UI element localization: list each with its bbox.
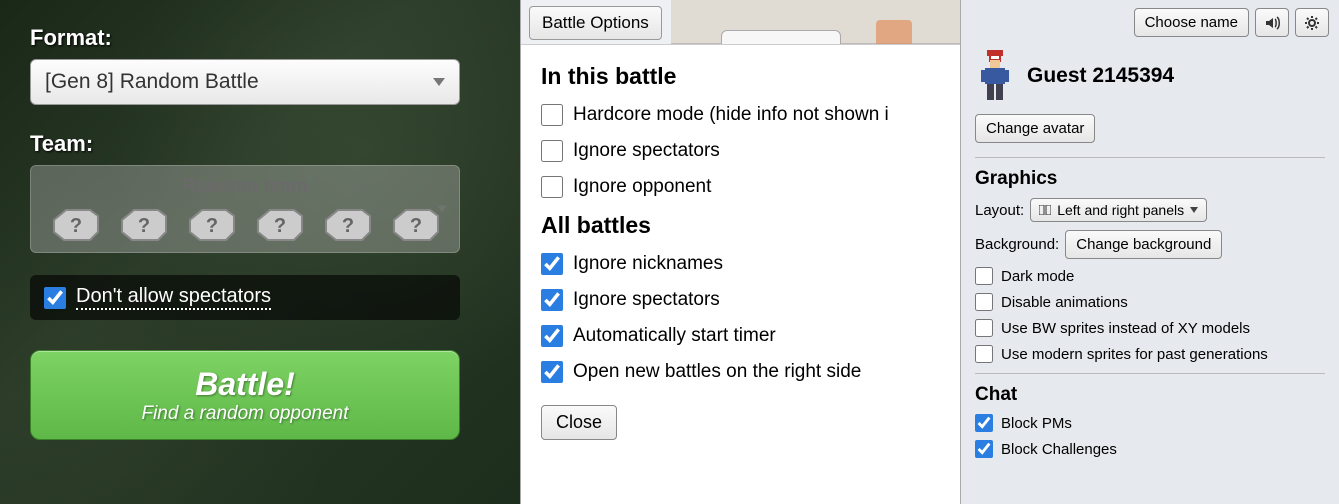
option-label: Dark mode (1001, 268, 1074, 285)
hardcore-checkbox[interactable] (541, 104, 563, 126)
format-label: Format: (30, 25, 490, 51)
svg-text:?: ? (70, 215, 82, 237)
option-row-disable-animations[interactable]: Disable animations (975, 293, 1325, 311)
option-row-block-pms[interactable]: Block PMs (975, 414, 1325, 432)
no-spectators-label: Don't allow spectators (76, 285, 271, 310)
chevron-down-icon (1190, 207, 1198, 213)
option-row-ignore-spectators-all[interactable]: Ignore spectators (541, 289, 940, 311)
change-avatar-button[interactable]: Change avatar (975, 114, 1095, 143)
divider (975, 373, 1325, 374)
dark-mode-checkbox[interactable] (975, 267, 993, 285)
unknown-pokemon-icon: ? (114, 202, 172, 244)
team-title: Random team (45, 176, 445, 198)
close-button[interactable]: Close (541, 405, 617, 440)
format-value: [Gen 8] Random Battle (45, 70, 259, 94)
option-label: Ignore nicknames (573, 253, 723, 275)
unknown-pokemon-icon: ? (182, 202, 240, 244)
background-row: Background: Change background (975, 230, 1325, 259)
battle-options-popup: In this battle Hardcore mode (hide info … (521, 44, 960, 504)
chevron-down-icon (437, 206, 447, 213)
user-settings-panel: Choose name Guest 2145394 Change avatar … (960, 0, 1339, 504)
in-this-battle-heading: In this battle (541, 63, 940, 90)
battle-button[interactable]: Battle! Find a random opponent (30, 350, 460, 440)
sound-button[interactable] (1255, 8, 1289, 37)
no-spectators-checkbox[interactable] (44, 287, 66, 309)
user-row: Guest 2145394 (975, 48, 1325, 104)
chevron-down-icon (433, 78, 445, 86)
unknown-pokemon-icon: ? (386, 202, 444, 244)
option-label: Ignore opponent (573, 176, 711, 198)
option-row-right-side[interactable]: Open new battles on the right side (541, 361, 940, 383)
option-row-ignore-nicknames[interactable]: Ignore nicknames (541, 253, 940, 275)
ignore-opponent-checkbox[interactable] (541, 176, 563, 198)
battle-button-title: Battle! (195, 366, 295, 403)
svg-text:?: ? (206, 215, 218, 237)
option-row-auto-timer[interactable]: Automatically start timer (541, 325, 940, 347)
option-row-hardcore[interactable]: Hardcore mode (hide info not shown i (541, 104, 940, 126)
svg-text:?: ? (342, 215, 354, 237)
option-row-modern-sprites[interactable]: Use modern sprites for past generations (975, 345, 1325, 363)
option-row-ignore-spectators-battle[interactable]: Ignore spectators (541, 140, 940, 162)
gear-icon (1304, 15, 1320, 31)
option-row-bw-sprites[interactable]: Use BW sprites instead of XY models (975, 319, 1325, 337)
team-select[interactable]: Random team ? ? ? ? ? ? (30, 165, 460, 253)
option-label: Block PMs (1001, 415, 1072, 432)
option-label: Disable animations (1001, 294, 1128, 311)
svg-text:?: ? (274, 215, 286, 237)
option-label: Automatically start timer (573, 325, 776, 347)
option-row-block-challenges[interactable]: Block Challenges (975, 440, 1325, 458)
all-battles-heading: All battles (541, 212, 940, 239)
auto-timer-checkbox[interactable] (541, 325, 563, 347)
volume-icon (1264, 15, 1280, 31)
panels-icon (1039, 205, 1051, 215)
unknown-pokemon-icon: ? (318, 202, 376, 244)
option-label: Hardcore mode (hide info not shown i (573, 104, 889, 126)
svg-text:?: ? (138, 215, 150, 237)
layout-select[interactable]: Left and right panels (1030, 198, 1207, 222)
block-challenges-checkbox[interactable] (975, 440, 993, 458)
no-spectators-row[interactable]: Don't allow spectators (30, 275, 460, 320)
team-label: Team: (30, 131, 490, 157)
settings-button[interactable] (1295, 8, 1329, 37)
team-slot-icons: ? ? ? ? ? ? (45, 202, 445, 244)
option-row-ignore-opponent[interactable]: Ignore opponent (541, 176, 940, 198)
battle-options-button[interactable]: Battle Options (529, 6, 662, 40)
ignore-nicknames-checkbox[interactable] (541, 253, 563, 275)
choose-name-button[interactable]: Choose name (1134, 8, 1249, 37)
block-pms-checkbox[interactable] (975, 414, 993, 432)
option-label: Block Challenges (1001, 441, 1117, 458)
option-label: Use BW sprites instead of XY models (1001, 320, 1250, 337)
main-menu-panel: Format: [Gen 8] Random Battle Team: Rand… (0, 0, 520, 504)
svg-text:?: ? (410, 215, 422, 237)
format-select[interactable]: [Gen 8] Random Battle (30, 59, 460, 105)
ignore-spectators-all-checkbox[interactable] (541, 289, 563, 311)
right-side-checkbox[interactable] (541, 361, 563, 383)
unknown-pokemon-icon: ? (46, 202, 104, 244)
change-background-button[interactable]: Change background (1065, 230, 1222, 259)
layout-row: Layout: Left and right panels (975, 198, 1325, 222)
option-label: Ignore spectators (573, 289, 720, 311)
option-label: Open new battles on the right side (573, 361, 861, 383)
bw-sprites-checkbox[interactable] (975, 319, 993, 337)
battle-options-panel: Battle Options In this battle Hardcore m… (520, 0, 960, 504)
disable-animations-checkbox[interactable] (975, 293, 993, 311)
avatar (975, 48, 1015, 104)
option-label: Ignore spectators (573, 140, 720, 162)
option-label: Use modern sprites for past generations (1001, 346, 1268, 363)
chat-heading: Chat (975, 384, 1325, 406)
username: Guest 2145394 (1027, 64, 1174, 88)
modern-sprites-checkbox[interactable] (975, 345, 993, 363)
unknown-pokemon-icon: ? (250, 202, 308, 244)
ignore-spectators-battle-checkbox[interactable] (541, 140, 563, 162)
option-row-dark-mode[interactable]: Dark mode (975, 267, 1325, 285)
layout-label: Layout: (975, 202, 1024, 219)
battle-button-subtitle: Find a random opponent (141, 403, 348, 425)
background-label: Background: (975, 236, 1059, 253)
graphics-heading: Graphics (975, 168, 1325, 190)
layout-value: Left and right panels (1057, 202, 1184, 218)
divider (975, 157, 1325, 158)
